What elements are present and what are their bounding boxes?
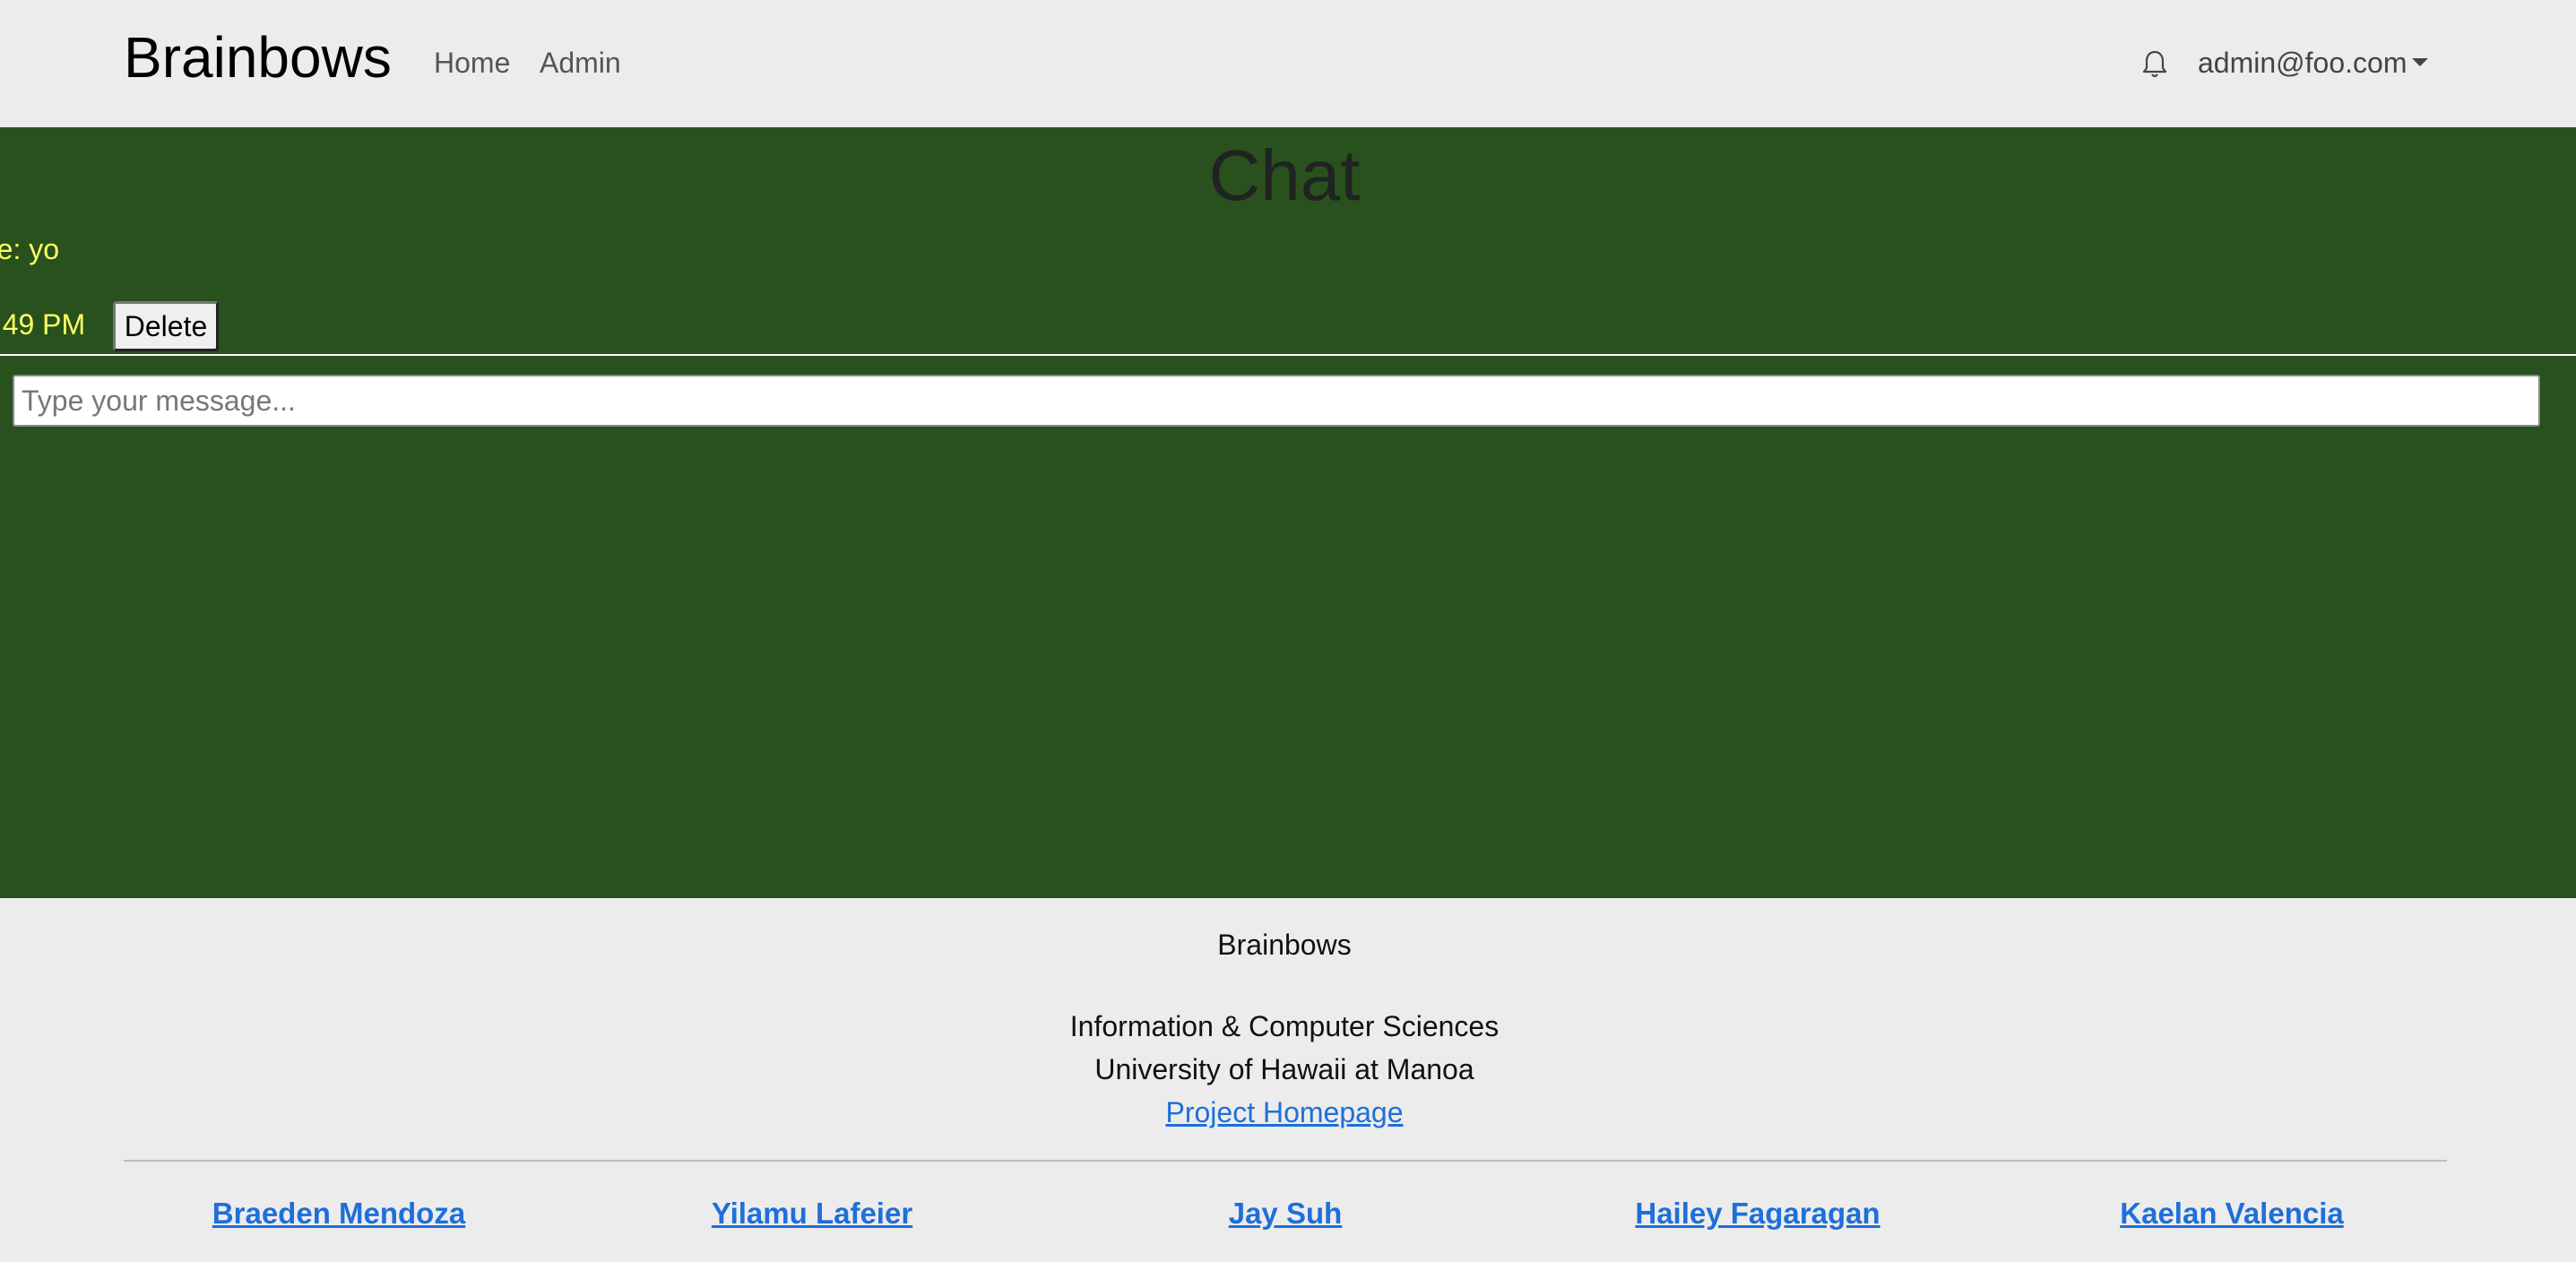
footer-department: Information & Computer Sciences (1069, 1010, 1500, 1042)
bell-icon[interactable] (2140, 48, 2169, 81)
nav-link-admin[interactable]: Admin (540, 45, 621, 81)
footer-divider (124, 1160, 2447, 1162)
team-member-link[interactable]: Jay Suh (1229, 1194, 1343, 1233)
team-member-link[interactable]: Braeden Mendoza (212, 1194, 465, 1233)
message-input[interactable] (13, 375, 2540, 427)
project-homepage-link[interactable]: Project Homepage (1165, 1096, 1403, 1128)
page-title: Chat (1208, 135, 1361, 215)
user-menu-label: admin@foo.com (2198, 47, 2407, 79)
footer-brand: Brainbows (1217, 929, 1352, 961)
team-member-link[interactable]: Hailey Fagaragan (1635, 1194, 1880, 1233)
top-navbar: Brainbows Home Admin admin@foo.com (0, 0, 2576, 127)
team-member-link[interactable]: Kaelan Valencia (2120, 1194, 2343, 1233)
caret-down-icon (2412, 58, 2429, 67)
team-member-link[interactable]: Yilamu Lafeier (712, 1194, 912, 1233)
divider (0, 354, 2576, 356)
chat-message-timestamp: 9:49 PM (0, 308, 86, 341)
footer-university: University of Hawaii at Manoa (1094, 1053, 1474, 1085)
footer: Brainbows Information & Computer Science… (0, 898, 2576, 1262)
brand-logo-link[interactable]: Brainbows (124, 23, 392, 91)
chat-message-text: me: yo (0, 233, 60, 265)
chat-section: Chat me: yo 9:49 PM Delete (0, 127, 2576, 898)
nav-link-home[interactable]: Home (434, 45, 510, 81)
user-menu-dropdown[interactable]: admin@foo.com (2198, 45, 2429, 81)
delete-message-button[interactable]: Delete (113, 301, 219, 351)
footer-project-link-wrapper: Project Homepage (0, 1094, 2569, 1130)
